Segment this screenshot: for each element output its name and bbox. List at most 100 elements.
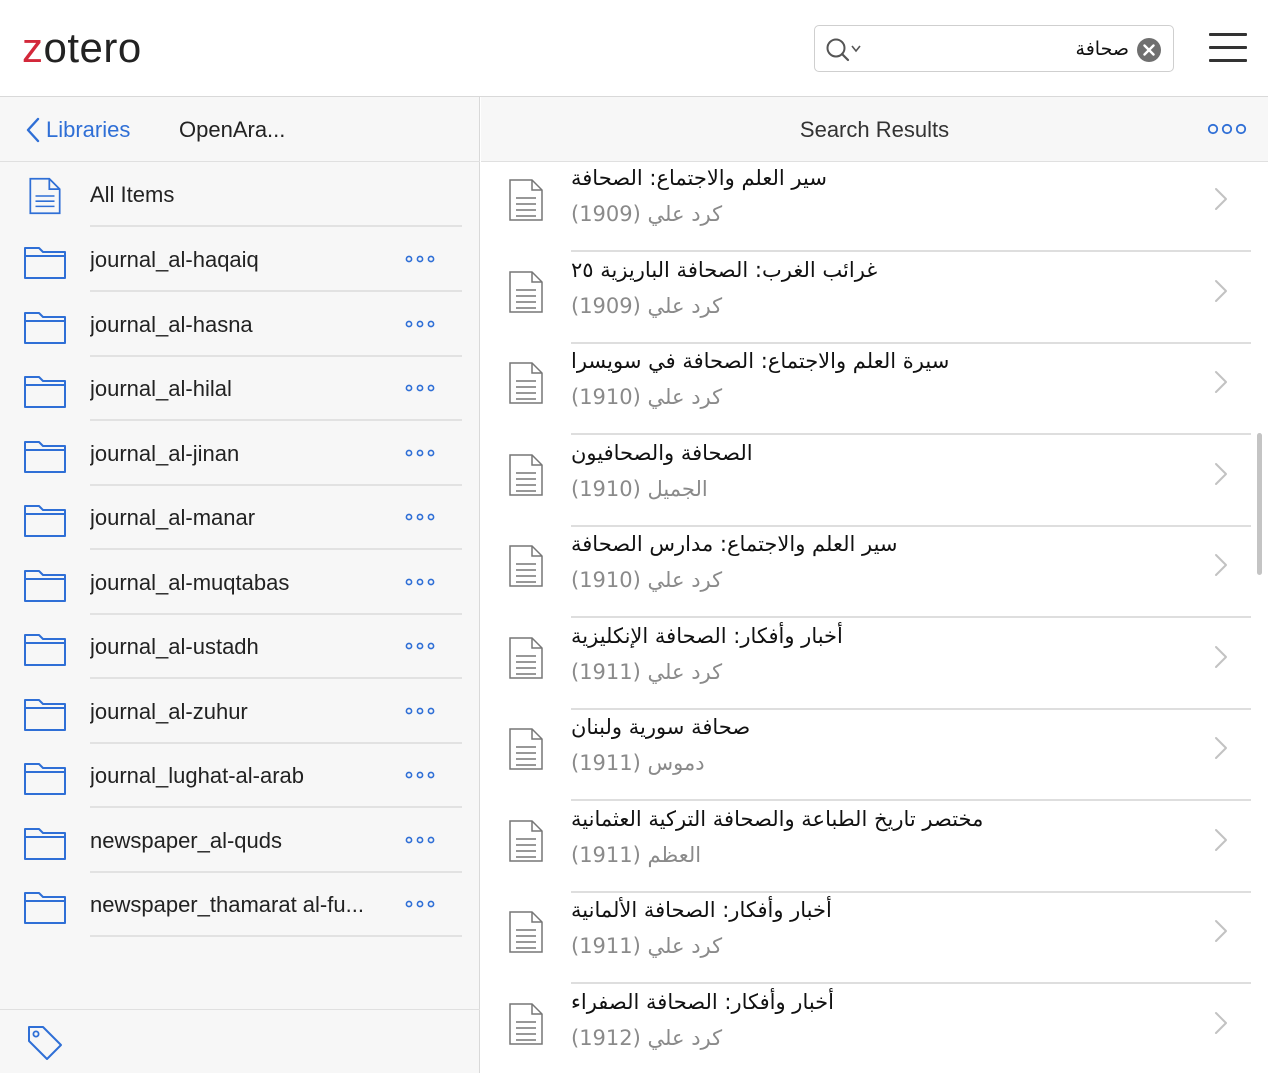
all-items-label: All Items — [90, 182, 175, 207]
all-items-row[interactable]: All Items — [0, 162, 480, 227]
result-author: كرد علي — [647, 934, 723, 958]
more-options-icon[interactable] — [404, 316, 436, 332]
collections-footer — [0, 1009, 480, 1073]
more-options-icon[interactable] — [404, 251, 436, 267]
more-options-icon[interactable] — [404, 896, 436, 912]
result-row[interactable]: أخبار وأفكار: الصحافة الألمانية (1911) كر… — [481, 893, 1268, 984]
result-row[interactable]: الصحافة والصحافيون (1910) الجميل — [481, 436, 1268, 527]
collection-row[interactable]: journal_al-jinan — [0, 421, 480, 486]
document-icon — [509, 453, 543, 496]
result-author: دموس — [647, 751, 705, 775]
more-options-icon[interactable] — [404, 574, 436, 590]
collection-label: journal_al-hilal — [90, 376, 232, 401]
document-icon — [509, 1002, 543, 1045]
result-meta: (1910) كرد علي — [571, 381, 1171, 413]
result-author: كرد علي — [647, 1025, 723, 1050]
result-row[interactable]: مختصر تاريخ الطباعة والصحافة التركية الع… — [481, 802, 1268, 893]
libraries-back-button[interactable]: Libraries — [26, 115, 130, 145]
chevron-right-icon — [1215, 371, 1227, 393]
result-row[interactable]: سير العلم والاجتماع: مدارس الصحافة (1910)… — [481, 527, 1268, 618]
collection-row[interactable]: journal_al-zuhur — [0, 679, 480, 744]
more-options-icon[interactable] — [404, 380, 436, 396]
chevron-right-icon — [1215, 554, 1227, 576]
chevron-right-icon — [1215, 279, 1227, 302]
result-meta: (1911) دموس — [571, 747, 1171, 779]
result-author: كرد علي — [647, 659, 723, 684]
folder-icon — [24, 505, 66, 537]
result-title: غرائب الغرب: الصحافة الباريزية ٢٥ — [571, 257, 878, 282]
collection-label: journal_al-hasna — [90, 311, 253, 337]
collection-row[interactable]: newspaper_thamarat al-fu... — [0, 872, 480, 937]
more-options-icon[interactable] — [404, 509, 436, 525]
result-year: (1910) — [571, 568, 641, 592]
result-author: كرد علي — [647, 568, 723, 592]
more-options-icon[interactable] — [404, 638, 436, 654]
search-icon[interactable] — [825, 37, 865, 63]
result-meta: (1911) العظم — [571, 839, 1171, 871]
collection-row[interactable]: journal_al-manar — [0, 485, 480, 550]
result-title: أخبار وأفكار: الصحافة الإنكليزية — [571, 623, 843, 648]
hamburger-menu-icon[interactable] — [1209, 33, 1247, 63]
collection-row[interactable]: newspaper_al-quds — [0, 808, 480, 873]
divider — [90, 935, 462, 937]
more-options-icon[interactable] — [404, 832, 436, 848]
result-year: (1910) — [571, 476, 641, 501]
result-title: أخبار وأفكار: الصحافة الألمانية — [571, 898, 832, 922]
collection-row[interactable]: journal_al-haqaiq — [0, 227, 480, 292]
result-meta: (1911) كرد علي — [571, 656, 1171, 688]
clear-icon[interactable] — [1136, 37, 1162, 63]
items-pane: Search Results سير العلم والاجتماع: الصح… — [481, 97, 1268, 1073]
more-options-icon[interactable] — [404, 445, 436, 461]
result-year: (1911) — [571, 659, 641, 684]
chevron-right-icon — [1215, 188, 1227, 210]
collection-label: journal_lughat-al-arab — [90, 763, 305, 788]
results-scrollbar[interactable] — [1257, 433, 1262, 575]
collection-row[interactable]: journal_al-muqtabas — [0, 550, 480, 615]
result-row[interactable]: سيرة العلم والاجتماع: الصحافة في سويسرا (… — [481, 344, 1268, 435]
zotero-logo[interactable]: zotero — [22, 22, 142, 74]
folder-icon — [24, 311, 66, 344]
collection-row[interactable]: journal_al-ustadh — [0, 614, 480, 679]
collection-label: journal_al-manar — [90, 505, 256, 530]
chevron-right-icon — [1215, 462, 1227, 485]
result-meta: (1909) كرد علي — [571, 198, 1171, 230]
result-author: كرد علي — [647, 385, 723, 409]
chevron-right-icon — [1215, 920, 1227, 942]
document-icon — [509, 636, 543, 679]
logo-z: z — [22, 24, 44, 71]
result-title: سير العلم والاجتماع: مدارس الصحافة — [571, 532, 898, 556]
folder-icon — [24, 247, 66, 279]
document-icon — [509, 819, 543, 862]
folder-icon — [24, 763, 66, 795]
search-input[interactable] — [869, 35, 1129, 63]
result-author: كرد علي — [647, 202, 723, 226]
more-options-icon[interactable] — [404, 767, 436, 783]
result-row[interactable]: أخبار وأفكار: الصحافة الإنكليزية (1911) ك… — [481, 619, 1268, 710]
chevron-left-icon — [26, 117, 40, 143]
result-row[interactable]: غرائب الغرب: الصحافة الباريزية ٢٥ (1909) … — [481, 253, 1268, 344]
more-options-icon[interactable] — [1207, 121, 1247, 137]
chevron-right-icon — [1215, 828, 1227, 851]
library-title: OpenAra... — [179, 117, 286, 142]
result-row[interactable]: صحافة سورية ولبنان (1911) دموس — [481, 710, 1268, 801]
result-row[interactable]: سير العلم والاجتماع: الصحافة (1909) كرد ع… — [481, 161, 1268, 252]
result-title: أخبار وأفكار: الصحافة الصفراء — [571, 989, 835, 1014]
logo-rest: otero — [43, 24, 142, 71]
collection-row[interactable]: journal_al-hilal — [0, 356, 480, 421]
search-box — [814, 25, 1174, 72]
result-meta: (1912) كرد علي — [571, 1022, 1171, 1054]
tag-icon[interactable] — [25, 1023, 65, 1061]
folder-icon — [24, 376, 66, 408]
more-options-icon[interactable] — [404, 703, 436, 719]
document-icon — [509, 362, 543, 404]
result-title: سيرة العلم والاجتماع: الصحافة في سويسرا — [571, 349, 950, 373]
document-icon — [509, 270, 543, 313]
collection-row[interactable]: journal_al-hasna — [0, 292, 480, 357]
collection-row[interactable]: journal_lughat-al-arab — [0, 743, 480, 808]
result-row[interactable]: أخبار وأفكار: الصحافة الصفراء (1912) كرد … — [481, 985, 1268, 1073]
result-year: (1911) — [571, 842, 641, 867]
collections-header: Libraries OpenAra... — [0, 97, 480, 162]
result-year: (1911) — [571, 751, 641, 775]
result-author: كرد علي — [647, 293, 723, 318]
collection-label: newspaper_thamarat al-fu... — [90, 892, 364, 917]
